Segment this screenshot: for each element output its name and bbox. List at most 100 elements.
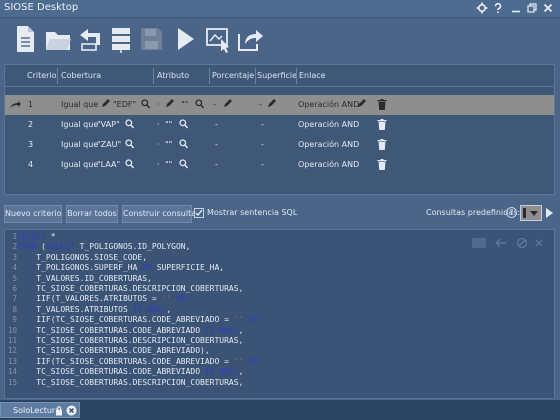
- build-query-button[interactable]: Construir consulta: [122, 205, 196, 223]
- edit-icon[interactable]: [357, 99, 366, 110]
- header-porcentaje[interactable]: Porcentaje: [212, 71, 254, 80]
- cell-cobertura-operator[interactable]: Igual que: [61, 140, 98, 149]
- search-icon[interactable]: [125, 159, 135, 171]
- cell-atributo-operator[interactable]: ·: [157, 140, 160, 149]
- cell-enlace[interactable]: Operación AND: [298, 140, 359, 149]
- lock-icon: [56, 406, 62, 416]
- table-row[interactable]: 2 Igual que "VAP" · "" - - Operación AND: [5, 115, 554, 135]
- trash-icon[interactable]: [377, 159, 387, 172]
- sql-line: TC_SIOSE_COBERTURAS.DESCRIPCION_COBERTUR…: [17, 336, 244, 345]
- main-toolbar: [0, 18, 560, 62]
- map-select-button[interactable]: [204, 24, 232, 54]
- run-button[interactable]: [172, 24, 198, 54]
- run-predefined-icon[interactable]: [545, 207, 554, 221]
- save-button[interactable]: [138, 24, 164, 54]
- readonly-tab[interactable]: SoloLectura: [0, 402, 80, 418]
- cell-cobertura-operator[interactable]: Igual que: [61, 100, 98, 109]
- header-atributo[interactable]: Atributo: [157, 71, 189, 80]
- header-criterio[interactable]: Criterio: [27, 71, 57, 80]
- line-number: 3: [12, 252, 17, 262]
- edit-icon[interactable]: [165, 99, 174, 110]
- cell-superficie: -: [261, 160, 264, 169]
- search-icon[interactable]: [141, 99, 151, 111]
- cell-porcentaje: -: [215, 140, 218, 149]
- cell-enlace[interactable]: Operación AND: [298, 160, 359, 169]
- save-icon: [141, 28, 162, 50]
- sql-line: T_POLIGONOS.SUPERF_HA AS SUPERFICIE_HA,: [17, 263, 225, 273]
- cell-enlace[interactable]: Operación AND: [298, 100, 359, 109]
- table-row[interactable]: 4 Igual que "LAA" · "" - - Operación AND: [5, 155, 554, 175]
- line-number: 8: [12, 304, 17, 314]
- table-row[interactable]: 3 Igual que "ZAU" · "" - - Operación AND: [5, 135, 554, 155]
- line-number: 13: [7, 356, 17, 366]
- edit-icon[interactable]: [223, 99, 232, 110]
- line-number: 6: [12, 284, 17, 293]
- chevron-down-icon: [523, 208, 538, 218]
- header-cobertura[interactable]: Cobertura: [61, 71, 101, 80]
- database-button[interactable]: [108, 24, 134, 54]
- cell-superficie: -: [261, 120, 264, 129]
- cell-enlace[interactable]: Operación AND: [298, 120, 359, 129]
- cell-atributo-operator[interactable]: ·: [157, 160, 160, 169]
- cell-cobertura-operator[interactable]: Igual que: [61, 120, 98, 129]
- trash-icon[interactable]: [377, 99, 387, 112]
- line-number: 12: [7, 346, 17, 356]
- table-row[interactable]: 1 Igual que "EDF" · "" - - Operación AND: [5, 95, 554, 115]
- back-button[interactable]: [76, 24, 104, 54]
- editor-tools-icon: [472, 237, 543, 249]
- clear-all-button[interactable]: Borrar todos: [66, 205, 118, 223]
- search-icon[interactable]: [195, 99, 205, 111]
- cell-porcentaje: -: [215, 160, 218, 169]
- search-icon[interactable]: [179, 119, 189, 131]
- export-icon: [238, 30, 263, 51]
- settings-icon[interactable]: [476, 2, 488, 15]
- line-number: 4: [12, 263, 17, 273]
- predefined-queries-dropdown[interactable]: [520, 205, 542, 221]
- sql-editor[interactable]: 1 2 3 4 5 6 7 8 9 10 11 12 13 14 15 SELECT * FROM (SELE…: [4, 229, 555, 399]
- cell-atributo-operator[interactable]: ·: [157, 100, 160, 109]
- open-folder-button[interactable]: [44, 24, 72, 54]
- sql-line: T_POLIGONOS.SIOSE_CODE,: [17, 252, 148, 262]
- show-sql-checkbox[interactable]: [194, 208, 204, 218]
- new-document-button[interactable]: [12, 24, 38, 54]
- sql-line: TC_SIOSE_COBERTURAS.CODE_ABREVIADO),: [17, 346, 210, 356]
- criteria-grid: Criterio Cobertura Atributo Porcentaje S…: [4, 64, 555, 195]
- trash-icon[interactable]: [377, 139, 387, 152]
- cell-atributo-operator[interactable]: ·: [157, 120, 160, 129]
- cell-atributo-value: "": [165, 120, 173, 129]
- header-enlace[interactable]: Enlace: [299, 71, 326, 80]
- line-number: 10: [7, 325, 17, 335]
- edit-icon[interactable]: [101, 99, 110, 110]
- database-icon: [112, 28, 130, 53]
- new-criterion-button[interactable]: Nuevo criterio: [4, 205, 62, 223]
- edit-icon[interactable]: [267, 99, 276, 110]
- header-separator: [255, 68, 256, 84]
- cell-cobertura-operator[interactable]: Igual que: [61, 160, 98, 169]
- trash-icon[interactable]: [377, 119, 387, 132]
- help-icon[interactable]: [492, 2, 504, 15]
- minimize-icon[interactable]: [510, 2, 522, 15]
- sql-line: TC_SIOSE_COBERTURAS.DESCRIPCION_COBERTUR…: [17, 377, 244, 387]
- line-number: 2: [12, 242, 17, 252]
- header-superficie[interactable]: Superficie: [257, 71, 297, 80]
- show-sql-label: Mostrar sentencia SQL: [207, 208, 298, 217]
- sql-line: T_VALORES.ID_COBERTURAS,: [17, 273, 152, 283]
- search-icon[interactable]: [179, 159, 189, 171]
- cell-atributo-value: "": [181, 100, 189, 109]
- line-number: 11: [7, 336, 17, 345]
- play-icon: [178, 28, 194, 50]
- help-circle-icon[interactable]: ?: [506, 207, 517, 218]
- search-icon[interactable]: [179, 139, 189, 151]
- export-button[interactable]: [236, 24, 264, 54]
- sql-line: TC_SIOSE_COBERTURAS.CODE_ABREVIADO IS NU…: [17, 325, 244, 335]
- restore-icon[interactable]: [526, 2, 538, 15]
- header-separator: [57, 68, 58, 84]
- close-icon[interactable]: [542, 2, 554, 15]
- cell-atributo-value: "": [165, 160, 173, 169]
- sql-line: IIF(T_VALORES.ATRIBUTOS = '' OR: [17, 294, 186, 304]
- search-icon[interactable]: [125, 119, 135, 131]
- search-icon[interactable]: [125, 139, 135, 151]
- back-arrow-icon: [80, 29, 100, 51]
- cell-criterio: 3: [28, 140, 34, 149]
- open-folder-icon: [46, 32, 71, 50]
